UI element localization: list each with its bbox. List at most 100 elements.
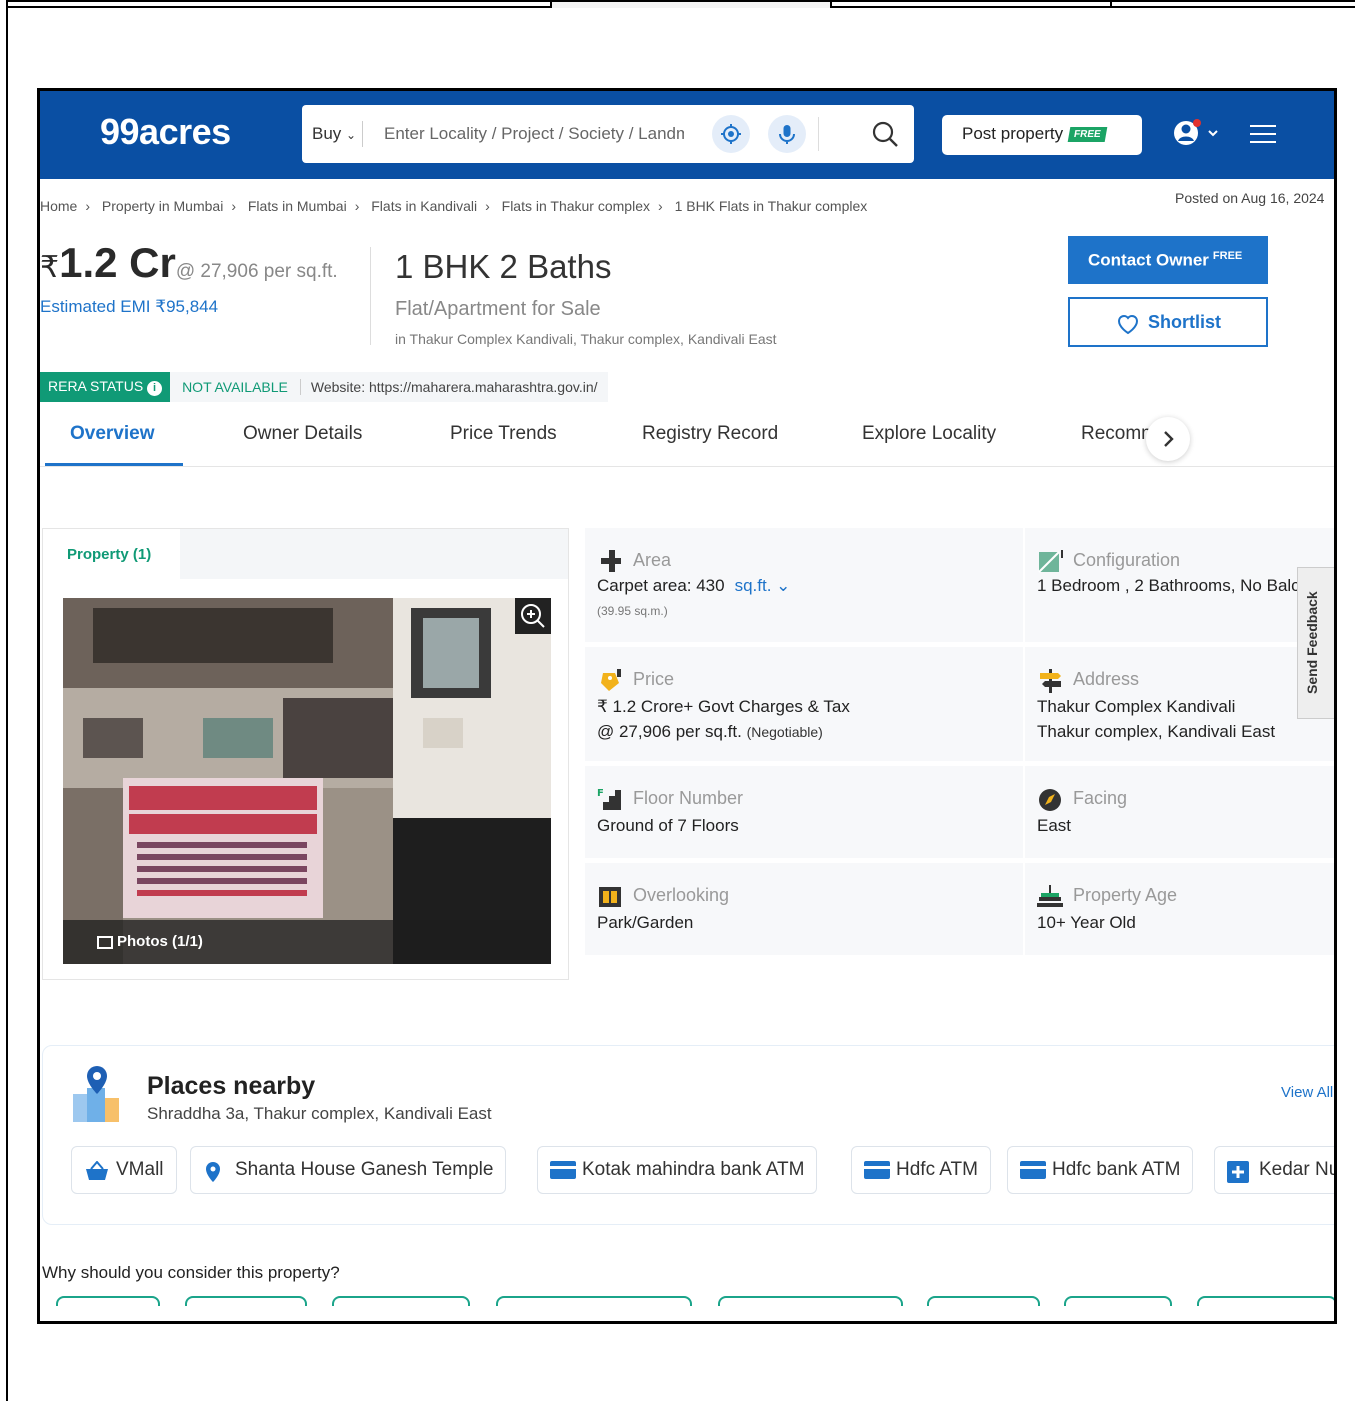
detail-value: Ground of 7 Floors xyxy=(597,816,739,835)
top-table-cells xyxy=(8,2,1355,8)
rera-website[interactable]: Website: https://maharera.maharashtra.go… xyxy=(301,379,608,395)
divider xyxy=(362,121,363,147)
shortlist-button[interactable]: Shortlist xyxy=(1068,297,1268,347)
detail-label: Configuration xyxy=(1073,550,1181,570)
detail-label: Address xyxy=(1073,669,1140,689)
area-icon xyxy=(601,550,621,572)
photos-count-bar[interactable]: Photos (1/1) xyxy=(63,920,551,964)
rera-status-row: RERA STATUS i NOT AVAILABLE Website: htt… xyxy=(40,372,608,402)
place-chip[interactable]: Hdfc ATM xyxy=(851,1146,991,1194)
area-unit-dropdown[interactable]: sq.ft. ⌄ xyxy=(735,576,791,595)
posted-date: Posted on Aug 16, 2024 xyxy=(1175,190,1325,206)
search-input[interactable] xyxy=(384,119,684,149)
info-icon[interactable]: i xyxy=(147,381,163,396)
place-chip[interactable]: Shanta House Ganesh Temple xyxy=(190,1146,507,1194)
locate-me-button[interactable] xyxy=(712,115,750,153)
breadcrumb-item[interactable]: Flats in Kandivali xyxy=(371,198,477,214)
rera-status-badge: RERA STATUS i xyxy=(40,372,171,402)
detail-value: Thakur Complex Kandivali xyxy=(1037,697,1236,716)
window-view-icon xyxy=(599,887,621,907)
rera-status-value: NOT AVAILABLE xyxy=(170,379,301,395)
tabs-next-button[interactable] xyxy=(1146,417,1190,461)
places-title: Places nearby xyxy=(147,1072,316,1100)
places-nearby-card: Places nearby Shraddha 3a, Thakur comple… xyxy=(42,1045,1334,1225)
detail-value: East xyxy=(1037,816,1072,835)
atm-card-icon xyxy=(864,1161,890,1179)
breadcrumb-item[interactable]: Flats in Thakur complex xyxy=(502,198,650,214)
listing-subtitle: Flat/Apartment for Sale xyxy=(395,298,601,320)
tab-owner-details[interactable]: Owner Details xyxy=(243,423,362,445)
place-chip[interactable]: Hdfc bank ATM xyxy=(1007,1146,1194,1194)
hospital-cross-icon xyxy=(1227,1161,1249,1183)
listing-location: in Thakur Complex Kandivali, Thakur comp… xyxy=(395,331,777,347)
breadcrumb-item[interactable]: 1 BHK Flats in Thakur complex xyxy=(675,198,868,214)
signpost-icon xyxy=(1040,669,1061,693)
tab-property-photos[interactable]: Property (1) xyxy=(43,529,180,579)
configuration-icon xyxy=(1038,550,1063,573)
detail-value: Thakur complex, Kandivali East xyxy=(1037,722,1276,741)
highlight-pill[interactable] xyxy=(1064,1296,1172,1306)
browser-screenshot: 99acres Buy ⌄ Post propertyFREE Home› Pr… xyxy=(37,88,1337,1324)
highlight-pill[interactable] xyxy=(927,1296,1040,1306)
free-badge: FREE xyxy=(1067,127,1108,143)
detail-label: Price xyxy=(633,669,675,689)
view-all-link[interactable]: View All xyxy=(1281,1084,1333,1101)
tab-overview[interactable]: Overview xyxy=(70,423,155,445)
map-pin-icon xyxy=(206,1162,220,1182)
breadcrumb-item[interactable]: Property in Mumbai xyxy=(102,198,223,214)
detail-address: Address Thakur Complex Kandivali Thakur … xyxy=(1025,647,1334,761)
divider xyxy=(818,117,819,151)
detail-overlooking: Overlooking Park/Garden xyxy=(585,863,1023,955)
contact-owner-button[interactable]: Contact Owner FREE xyxy=(1068,236,1268,284)
tab-registry-record[interactable]: Registry Record xyxy=(642,423,778,445)
detail-price: Price ₹ 1.2 Crore+ Govt Charges & Tax @ … xyxy=(585,647,1023,761)
highlight-pill[interactable] xyxy=(56,1296,160,1306)
property-photo[interactable]: Photos (1/1) xyxy=(63,598,551,964)
compass-icon xyxy=(1039,789,1061,811)
zoom-in-icon[interactable] xyxy=(515,598,551,634)
tab-explore-locality[interactable]: Explore Locality xyxy=(862,423,996,445)
site-logo[interactable]: 99acres xyxy=(100,111,231,153)
post-property-button[interactable]: Post property FREE xyxy=(942,115,1142,155)
breadcrumb: Home › Property in Mumbai › Flats in Mumba… xyxy=(40,198,868,214)
chevron-right-icon xyxy=(1164,431,1174,447)
estimated-emi-link[interactable]: Estimated EMI ₹95,844 xyxy=(40,297,218,317)
breadcrumb-item[interactable]: Home xyxy=(40,198,77,214)
breadcrumb-item[interactable]: Flats in Mumbai xyxy=(248,198,347,214)
highlight-pill[interactable] xyxy=(496,1296,692,1306)
buy-dropdown[interactable]: Buy ⌄ xyxy=(312,124,356,144)
place-chip[interactable]: VMall xyxy=(71,1146,177,1194)
tab-price-trends[interactable]: Price Trends xyxy=(450,423,557,445)
image-icon xyxy=(97,936,113,949)
city-location-icon xyxy=(73,1066,119,1122)
photo-card-header: Property (1) xyxy=(43,529,568,579)
user-account-icon[interactable] xyxy=(1172,117,1222,151)
currency-symbol: ₹ xyxy=(40,251,60,284)
detail-value: Carpet area: 430 sq.ft. ⌄ xyxy=(597,576,791,595)
listing-title: 1 BHK 2 Baths xyxy=(395,248,612,285)
highlight-pill[interactable] xyxy=(718,1296,903,1306)
price-block: ₹1.2 Cr@ 27,906 per sq.ft. xyxy=(40,239,338,287)
detail-value: @ 27,906 per sq.ft. (Negotiable) xyxy=(597,722,823,741)
atm-card-icon xyxy=(1020,1161,1046,1179)
place-chip[interactable]: Kedar Nursing Home xyxy=(1214,1146,1334,1194)
detail-property-age: Property Age 10+ Year Old xyxy=(1025,863,1334,955)
area-sqm: (39.95 sq.m.) xyxy=(597,604,668,618)
send-feedback-tab[interactable]: Send Feedback xyxy=(1297,567,1334,719)
voice-search-button[interactable] xyxy=(768,115,806,153)
highlight-pill[interactable] xyxy=(332,1296,470,1306)
place-chip[interactable]: Kotak mahindra bank ATM xyxy=(537,1146,818,1194)
hamburger-menu-icon[interactable] xyxy=(1250,125,1276,145)
building-age-icon xyxy=(1037,885,1063,907)
search-bar: Buy ⌄ xyxy=(302,105,914,163)
building-photo xyxy=(63,598,551,964)
location-target-icon xyxy=(721,124,741,144)
price-tag-icon xyxy=(601,669,621,691)
detail-value: 1 Bedroom , 2 Bathrooms, No Balcony xyxy=(1037,576,1328,595)
highlight-pill[interactable] xyxy=(185,1296,307,1306)
detail-value: 10+ Year Old xyxy=(1037,913,1136,932)
floor-icon: F xyxy=(597,788,621,810)
places-subtitle: Shraddha 3a, Thakur complex, Kandivali E… xyxy=(147,1104,492,1123)
search-icon[interactable] xyxy=(870,119,900,149)
highlight-pill[interactable] xyxy=(1197,1296,1334,1306)
